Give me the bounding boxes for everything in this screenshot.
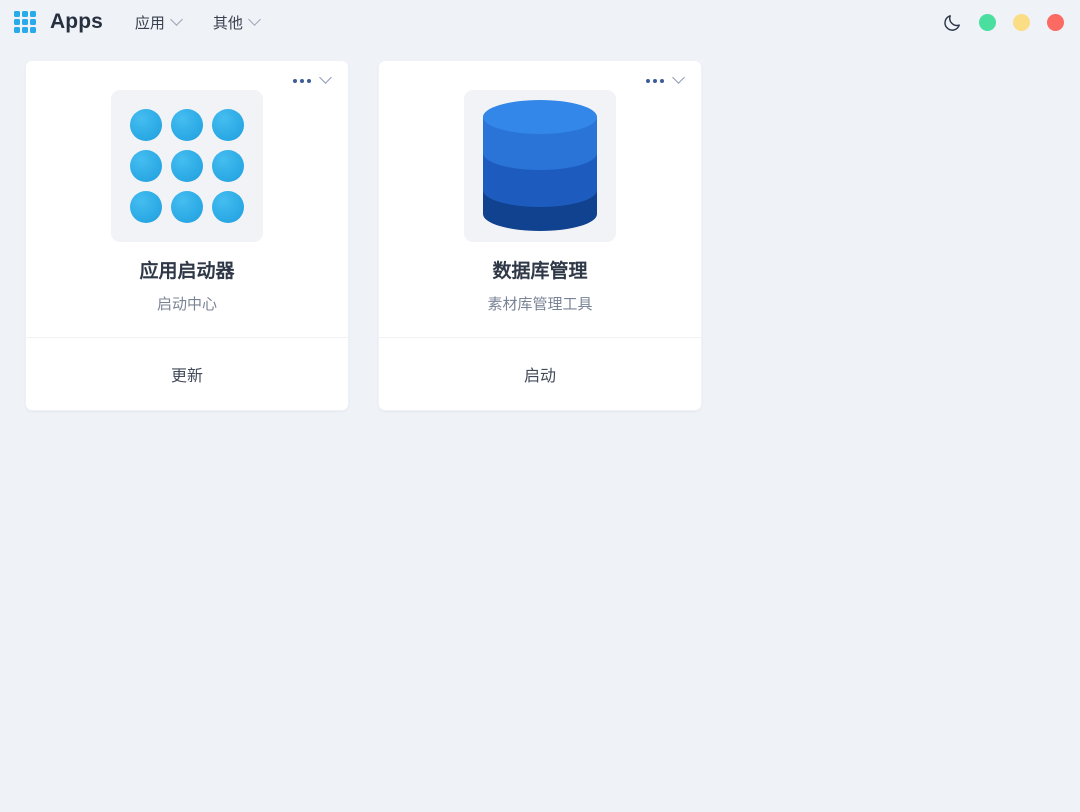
close-button[interactable] <box>1047 13 1064 31</box>
grid-cell <box>30 19 36 25</box>
ellipsis-dot <box>646 78 650 83</box>
card-title: 数据库管理 <box>492 261 588 282</box>
ellipsis-dot <box>653 78 657 83</box>
card-text: 应用启动器 启动中心 <box>26 242 348 314</box>
launcher-dot <box>171 150 203 182</box>
app-card-grid: 应用启动器 启动中心 更新 数据库管理 素材库管理工具 启动 <box>0 44 1080 412</box>
moon-icon[interactable] <box>943 13 962 32</box>
chevron-down-icon[interactable] <box>672 71 685 84</box>
nav-item-other[interactable]: 其他 <box>211 8 261 37</box>
app-card-database[interactable]: 数据库管理 素材库管理工具 启动 <box>378 60 702 412</box>
main-nav: 应用 其他 <box>133 8 261 37</box>
card-description: 启动中心 <box>156 295 217 313</box>
database-cylinder-icon <box>483 100 597 231</box>
nav-item-applications[interactable]: 应用 <box>133 8 183 37</box>
app-card-launcher[interactable]: 应用启动器 启动中心 更新 <box>25 60 349 412</box>
card-title: 应用启动器 <box>139 261 235 282</box>
minimize-button[interactable] <box>979 13 996 31</box>
card-action-label: 更新 <box>170 368 203 386</box>
ellipsis-dot <box>300 78 304 83</box>
ellipsis-icon[interactable] <box>292 76 312 86</box>
grid-cell <box>30 11 36 17</box>
ellipsis-icon[interactable] <box>645 76 665 86</box>
grid-cell <box>22 27 28 33</box>
launcher-dot <box>171 191 203 223</box>
card-icon-container <box>26 90 348 242</box>
grid-cell <box>14 27 20 33</box>
card-actions <box>379 61 701 87</box>
card-icon-container <box>379 90 701 242</box>
launcher-dot <box>212 150 244 182</box>
nav-item-label: 其他 <box>212 14 243 32</box>
card-actions <box>26 61 348 87</box>
app-launcher-grid-icon <box>130 109 244 223</box>
maximize-button[interactable] <box>1013 13 1030 31</box>
app-title: Apps <box>50 10 103 33</box>
grid-cell <box>14 11 20 17</box>
grid-cell <box>30 27 36 33</box>
launcher-dot <box>130 191 162 223</box>
ellipsis-dot <box>307 78 311 83</box>
launcher-dot <box>130 150 162 182</box>
icon-tile <box>111 90 263 242</box>
ellipsis-dot <box>293 78 297 83</box>
card-action-button-launch[interactable]: 启动 <box>379 337 701 410</box>
launcher-dot <box>130 109 162 141</box>
card-text: 数据库管理 素材库管理工具 <box>379 242 701 314</box>
icon-tile <box>464 90 616 242</box>
chevron-down-icon <box>170 12 183 26</box>
window-controls <box>943 13 1064 32</box>
card-description: 素材库管理工具 <box>487 295 593 313</box>
grid-cell <box>22 19 28 25</box>
nav-item-label: 应用 <box>134 14 165 32</box>
card-action-button-update[interactable]: 更新 <box>26 337 348 410</box>
chevron-down-icon[interactable] <box>319 71 332 84</box>
apps-grid-icon[interactable] <box>14 11 40 33</box>
launcher-dot <box>171 109 203 141</box>
launcher-dot <box>212 109 244 141</box>
ellipsis-dot <box>660 78 664 83</box>
launcher-dot <box>212 191 244 223</box>
chevron-down-icon <box>248 12 261 26</box>
top-header-bar: Apps 应用 其他 <box>0 0 1080 44</box>
card-action-label: 启动 <box>523 368 556 386</box>
grid-cell <box>22 11 28 17</box>
grid-cell <box>14 19 20 25</box>
